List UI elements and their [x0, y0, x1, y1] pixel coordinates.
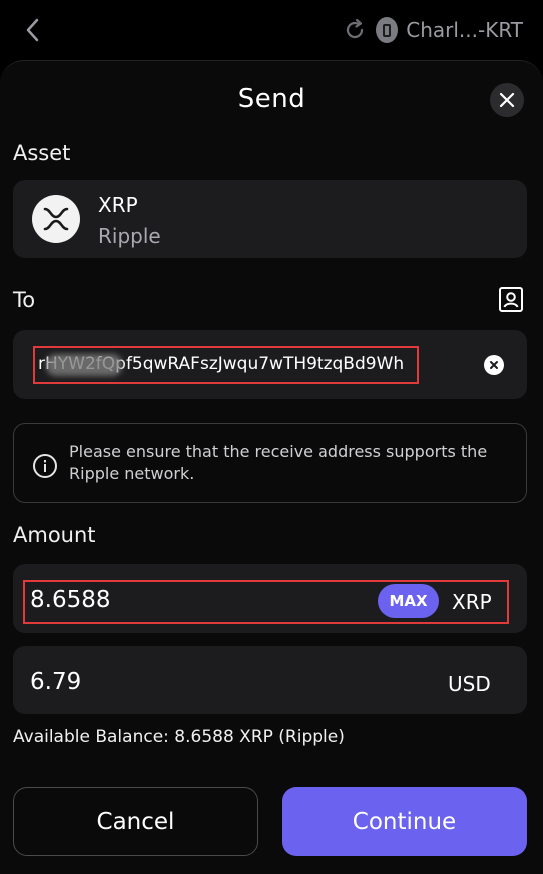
network-notice: Please ensure that the receive address s… — [13, 423, 527, 503]
phone-wallet-icon — [376, 17, 399, 43]
chevron-left-icon — [26, 18, 39, 42]
notice-text: Please ensure that the receive address s… — [69, 442, 488, 483]
address-book-icon — [498, 286, 523, 312]
available-balance: Available Balance: 8.6588 XRP (Ripple) — [13, 727, 345, 747]
fiat-unit: USD — [448, 672, 491, 696]
continue-button[interactable]: Continue — [282, 787, 527, 856]
amount-label: Amount — [13, 523, 96, 547]
wallet-name: Charl...-KRT — [406, 18, 523, 42]
asset-name: Ripple — [98, 224, 161, 248]
asset-label: Asset — [13, 141, 71, 165]
close-icon — [499, 92, 515, 108]
top-bar: Charl...-KRT — [0, 0, 543, 60]
address-book-button[interactable] — [497, 285, 524, 313]
dialog-title: Send — [237, 84, 306, 114]
clear-address-button[interactable] — [484, 355, 504, 375]
address-highlight-box — [33, 346, 419, 384]
cancel-button[interactable]: Cancel — [13, 787, 258, 856]
asset-symbol: XRP — [98, 193, 138, 217]
close-button[interactable] — [490, 83, 524, 117]
back-button[interactable] — [18, 16, 46, 44]
amount-highlight-box — [23, 580, 509, 624]
clear-icon — [490, 361, 498, 369]
sync-icon[interactable] — [342, 17, 368, 43]
asset-selector[interactable]: XRP Ripple — [13, 180, 527, 258]
info-icon — [33, 454, 57, 478]
xrp-logo-icon — [32, 195, 80, 243]
wallet-selector[interactable]: Charl...-KRT — [342, 14, 523, 46]
fiat-amount-value[interactable]: 6.79 — [30, 669, 81, 695]
to-label: To — [13, 288, 36, 312]
